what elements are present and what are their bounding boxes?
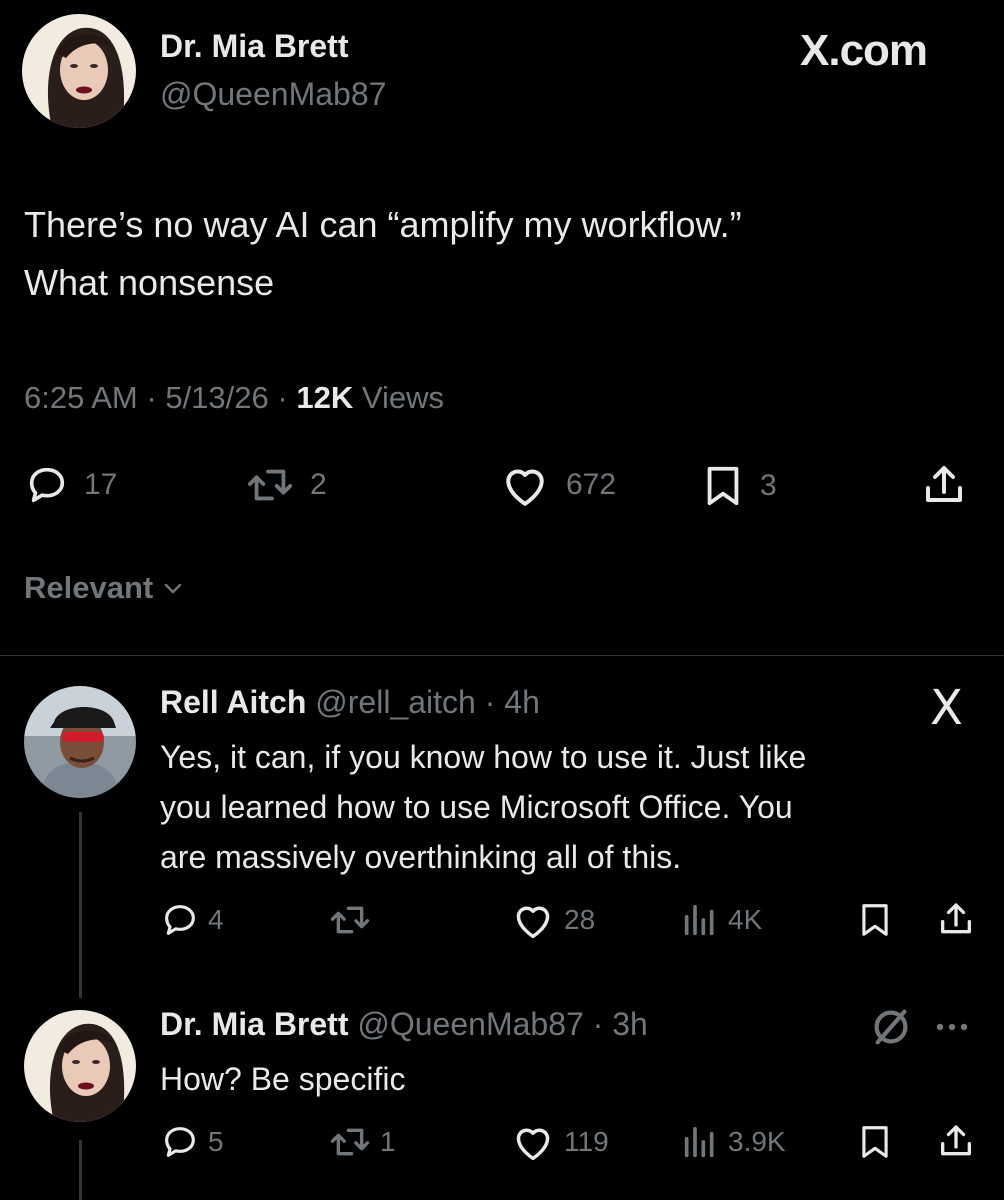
reply-text-line: are massively overthinking all of this. — [160, 839, 682, 875]
views-button[interactable]: 4K — [680, 900, 762, 940]
like-button[interactable]: 28 — [510, 900, 595, 940]
reply-count: 5 — [208, 1126, 224, 1157]
reply-icon — [160, 900, 200, 940]
bookmark-count: 3 — [760, 469, 777, 502]
tweet-date: 5/13/26 — [165, 380, 269, 415]
like-count: 672 — [566, 468, 617, 501]
bookmark-button[interactable] — [856, 900, 894, 940]
repost-icon — [328, 1122, 372, 1162]
views-icon — [680, 1122, 720, 1162]
reply-header: Rell Aitch @rell_aitch · 4h — [160, 684, 540, 721]
reply-action-bar: 5 1 119 3.9K — [160, 1122, 980, 1166]
reply-author-name[interactable]: Rell Aitch — [160, 684, 306, 720]
sort-label: Relevant — [24, 570, 154, 605]
tweet-meta: 6:25 AM · 5/13/26 · 12K Views — [24, 380, 444, 416]
views-count: 12K — [296, 380, 354, 415]
views-label: Views — [361, 380, 444, 415]
like-button[interactable]: 672 — [498, 462, 616, 508]
views-button[interactable]: 3.9K — [680, 1122, 786, 1162]
repost-icon — [328, 900, 372, 940]
reply-text-line: Yes, it can, if you know how to use it. … — [160, 739, 807, 775]
like-icon — [498, 462, 552, 508]
reply-author-avatar[interactable] — [24, 686, 136, 798]
repost-button[interactable]: 1 — [328, 1122, 396, 1162]
main-tweet-text-line: What nonsense — [24, 262, 275, 303]
thread-line — [79, 1140, 82, 1200]
like-count: 119 — [564, 1126, 609, 1157]
bookmark-icon — [700, 462, 746, 510]
reply-author-handle[interactable]: @rell_aitch — [315, 684, 476, 720]
reply-text-line: How? Be specific — [160, 1061, 406, 1097]
chevron-down-icon — [161, 576, 185, 600]
main-action-bar: 17 2 672 3 — [24, 462, 974, 512]
reply-count: 17 — [84, 468, 118, 501]
reply-icon — [160, 1122, 200, 1162]
divider — [0, 655, 1004, 656]
bookmark-icon — [856, 900, 894, 940]
no-symbol-icon[interactable] — [868, 1004, 914, 1050]
reply-author-handle[interactable]: @QueenMab87 — [357, 1006, 583, 1042]
reply-icon — [24, 462, 70, 508]
reply-time: · 3h — [592, 1006, 648, 1042]
reply-button[interactable]: 5 — [160, 1122, 224, 1162]
like-count: 28 — [564, 904, 596, 935]
repost-button[interactable] — [328, 900, 380, 940]
views-count: 3.9K — [728, 1126, 786, 1157]
reply-button[interactable]: 4 — [160, 900, 224, 940]
views-count: 4K — [728, 904, 763, 935]
tweet-time: 6:25 AM — [24, 380, 138, 415]
share-button[interactable] — [936, 900, 976, 940]
repost-icon — [244, 462, 296, 508]
bookmark-button[interactable] — [856, 1122, 894, 1162]
share-button[interactable] — [920, 462, 968, 510]
repost-count: 2 — [310, 468, 327, 501]
like-button[interactable]: 119 — [510, 1122, 609, 1162]
main-author-avatar[interactable] — [22, 14, 136, 128]
main-author-name[interactable]: Dr. Mia Brett — [160, 28, 348, 65]
meta-separator: · — [277, 380, 288, 415]
share-icon — [936, 900, 976, 940]
reply-text-line: you learned how to use Microsoft Office.… — [160, 789, 793, 825]
reply-count: 4 — [208, 904, 224, 935]
share-button[interactable] — [936, 1122, 976, 1162]
repost-button[interactable]: 2 — [244, 462, 327, 508]
main-tweet-text: There’s no way AI can “amplify my workfl… — [24, 196, 954, 312]
reply-text: How? Be specific — [160, 1054, 960, 1104]
bookmark-icon — [856, 1122, 894, 1162]
main-author-handle[interactable]: @QueenMab87 — [160, 76, 386, 113]
views-icon — [680, 900, 720, 940]
like-icon — [510, 1122, 556, 1162]
thread-line — [79, 812, 82, 998]
reply-time: · 4h — [484, 684, 540, 720]
share-icon — [920, 462, 968, 510]
sort-dropdown[interactable]: Relevant — [24, 570, 185, 606]
bookmark-button[interactable]: 3 — [700, 462, 777, 510]
repost-count: 1 — [380, 1126, 396, 1157]
reply-author-avatar[interactable] — [24, 1010, 136, 1122]
x-logo-icon: X — [930, 680, 963, 736]
reply-author-name[interactable]: Dr. Mia Brett — [160, 1006, 348, 1042]
like-icon — [510, 900, 556, 940]
more-icon[interactable] — [932, 1012, 972, 1042]
site-logo: X.com — [800, 26, 928, 75]
main-tweet-text-line: There’s no way AI can “amplify my workfl… — [24, 204, 742, 245]
reply-header: Dr. Mia Brett @QueenMab87 · 3h — [160, 1006, 648, 1043]
reply-text: Yes, it can, if you know how to use it. … — [160, 732, 960, 882]
meta-separator: · — [146, 380, 157, 415]
reply-button[interactable]: 17 — [24, 462, 117, 508]
share-icon — [936, 1122, 976, 1162]
reply-action-bar: 4 28 4K — [160, 900, 980, 944]
